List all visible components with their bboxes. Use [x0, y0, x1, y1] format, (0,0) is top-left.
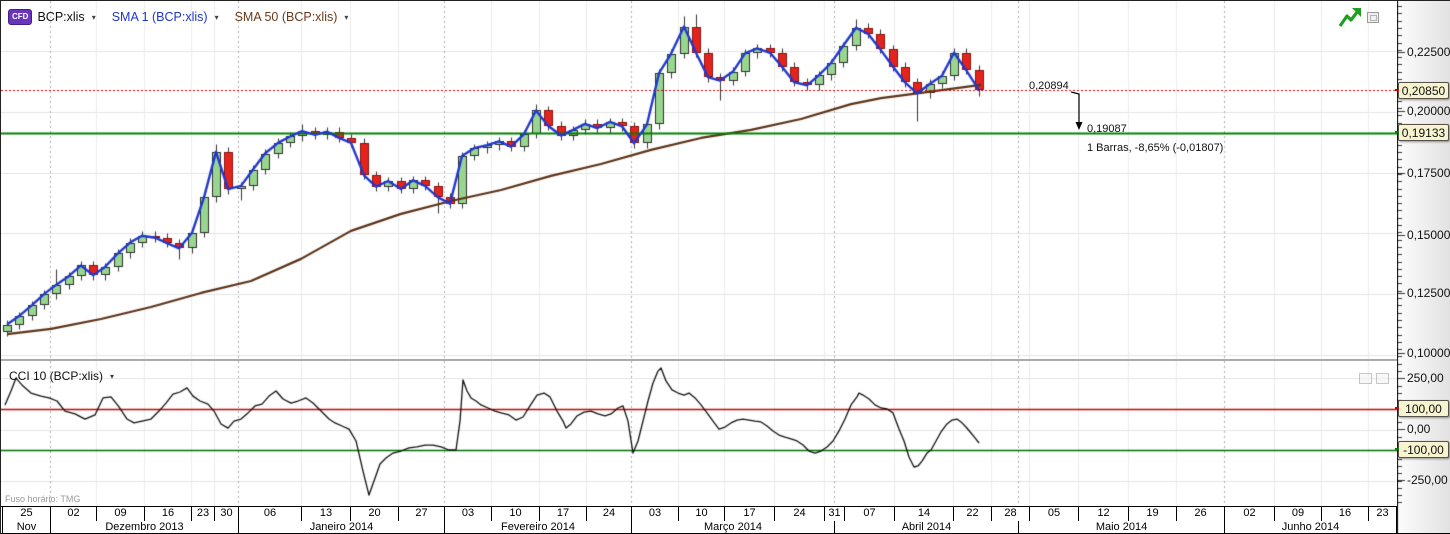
axis-tick-label: -250,00	[1407, 473, 1448, 487]
instrument-selector[interactable]: CFD BCP:xlis ▾	[8, 9, 96, 25]
panel-menu-icon[interactable]	[1359, 373, 1372, 384]
trading-chart-window: CFD BCP:xlis ▾ SMA 1 (BCP:xlis) ▾ SMA 50…	[0, 0, 1450, 534]
week-label: 13	[301, 507, 350, 521]
cfd-badge: CFD	[8, 9, 32, 25]
week-label: 06	[238, 507, 301, 521]
month-label: Maio 2014	[1018, 521, 1224, 534]
axis-tick-label: 0,20000	[1407, 104, 1450, 118]
week-label: 07	[844, 507, 894, 521]
month-label: Nov	[2, 521, 50, 534]
axis-box-tick	[1395, 448, 1399, 450]
axis-tick-label: 0,10000	[1407, 346, 1450, 360]
main-price-chart[interactable]	[1, 1, 1397, 359]
panel-divider[interactable]	[1, 359, 1397, 361]
trend-arrow-icon[interactable]	[1337, 6, 1363, 30]
week-label: 12	[1078, 507, 1128, 521]
month-axis: NovDezembro 2013Janeiro 2014Fevereiro 20…	[1, 521, 1397, 534]
week-label: 25	[2, 507, 50, 521]
axis-tick-label: 0,00	[1407, 422, 1430, 436]
sma1-label: SMA 1 (BCP:xlis)	[112, 10, 208, 24]
week-label: 05	[1029, 507, 1078, 521]
week-label: 17	[724, 507, 774, 521]
month-label: Fevereiro 2014	[444, 521, 631, 534]
week-label: 02	[50, 507, 96, 521]
axis-tick-label: 0,12500	[1407, 286, 1450, 300]
week-label: 02	[1224, 507, 1274, 521]
chevron-down-icon: ▾	[92, 13, 96, 22]
date-axis[interactable]: 2502091623300613202703101724031017243107…	[1, 506, 1397, 522]
week-label: 09	[1274, 507, 1321, 521]
axis-tick-label: 0,15000	[1407, 228, 1450, 242]
cci-label-text: CCI 10 (BCP:xlis)	[9, 369, 103, 383]
week-label: 19	[1128, 507, 1176, 521]
sma50-label: SMA 50 (BCP:xlis)	[235, 10, 338, 24]
panel-collapse-icon[interactable]	[1376, 373, 1389, 384]
week-label: 03	[631, 507, 678, 521]
week-label: 27	[398, 507, 444, 521]
week-label: 16	[144, 507, 191, 521]
week-label: 03	[444, 507, 491, 521]
chevron-down-icon: ▾	[344, 13, 348, 22]
month-label: Janeiro 2014	[238, 521, 444, 534]
week-label: 10	[491, 507, 539, 521]
month-label: Abril 2014	[834, 521, 1018, 534]
chart-legend: CFD BCP:xlis ▾ SMA 1 (BCP:xlis) ▾ SMA 50…	[8, 9, 348, 25]
week-label: 24	[774, 507, 824, 521]
cci-panel-options[interactable]	[1359, 373, 1389, 384]
axis-price-box: 0,20850	[1398, 82, 1449, 99]
axis-box-tick	[1395, 89, 1399, 91]
week-label: 23	[1368, 507, 1397, 521]
axis-price-box: -100,00	[1398, 441, 1449, 458]
week-label: 28	[991, 507, 1029, 521]
trend-arrow-zigzag	[1340, 11, 1358, 26]
week-label: 23	[191, 507, 214, 521]
week-label: 24	[586, 507, 631, 521]
month-label: Março 2014	[631, 521, 834, 534]
month-label: Dezembro 2013	[50, 521, 238, 534]
week-label: 14	[894, 507, 953, 521]
instrument-label: BCP:xlis	[37, 10, 84, 24]
axis-price-box: 0,19133	[1398, 124, 1449, 141]
measure-end-price: 0,19087	[1087, 123, 1127, 135]
week-label: 16	[1321, 507, 1368, 521]
timezone-note: Fuso horário: TMG	[5, 494, 80, 504]
axis-box-tick	[1395, 407, 1399, 409]
cci-indicator-selector[interactable]: CCI 10 (BCP:xlis) ▾	[9, 369, 114, 383]
axis-price-box: 100,00	[1398, 400, 1449, 417]
month-label: Junho 2014	[1224, 521, 1397, 534]
week-label: 20	[350, 507, 398, 521]
week-label: 09	[96, 507, 144, 521]
measure-start-price: 0,20894	[1029, 80, 1075, 92]
cci-indicator-chart[interactable]	[1, 361, 1397, 506]
sma50-selector[interactable]: SMA 50 (BCP:xlis) ▾	[235, 10, 349, 24]
chevron-down-icon: ▾	[110, 372, 114, 381]
week-label: 22	[953, 507, 991, 521]
week-label: 26	[1176, 507, 1224, 521]
sma1-selector[interactable]: SMA 1 (BCP:xlis) ▾	[112, 10, 219, 24]
week-label: 10	[678, 507, 724, 521]
week-label: 31	[824, 507, 844, 521]
axis-tick-label: 250,00	[1407, 371, 1444, 385]
axis-box-tick	[1395, 131, 1399, 133]
axis-tick-label: 0,17500	[1407, 166, 1450, 180]
week-label: 30	[214, 507, 238, 521]
week-label: 17	[539, 507, 586, 521]
measure-detail: 1 Barras, -8,65% (-0,01807)	[1087, 142, 1223, 154]
axis-tick-label: 0,22500	[1407, 45, 1450, 59]
chevron-down-icon: ▾	[215, 13, 219, 22]
restore-window-icon[interactable]	[1367, 12, 1379, 23]
